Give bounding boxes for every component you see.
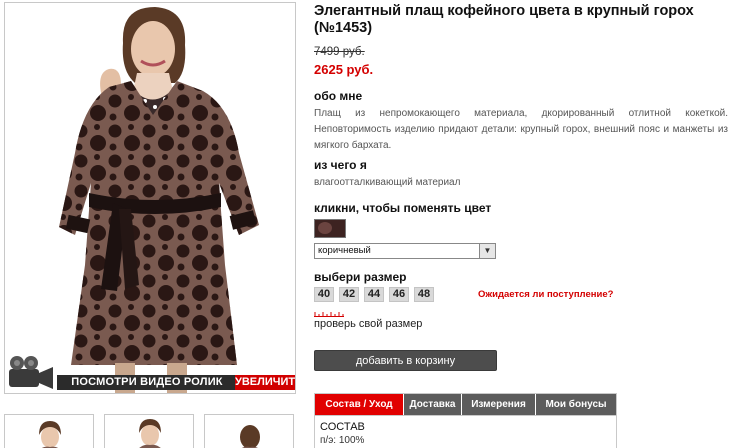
size-option[interactable]: 40 <box>314 287 334 302</box>
composition-text: п/э: 100% <box>320 435 365 446</box>
size-option[interactable]: 44 <box>364 287 384 302</box>
thumbnail-3[interactable] <box>204 414 294 448</box>
tab-my-bonuses[interactable]: Мои бонусы <box>536 394 616 415</box>
color-select[interactable]: коричневый ▼ <box>314 243 496 259</box>
thumbnail-1[interactable] <box>4 414 94 448</box>
about-text: Плащ из непромокающего материала, дкорир… <box>314 108 728 151</box>
size-option[interactable]: 48 <box>414 287 434 302</box>
material-text: влагоотталкивающий материал <box>314 177 461 188</box>
color-swatch-brown[interactable] <box>314 219 346 238</box>
material-heading: из чего я <box>314 158 367 172</box>
info-tabs-panel: Состав / Уход Доставка Измерения Мои бон… <box>314 393 617 448</box>
watch-video-button[interactable]: ПОСМОТРИ ВИДЕО РОЛИК <box>57 375 237 390</box>
size-option[interactable]: 42 <box>339 287 359 302</box>
product-photo[interactable]: ПОСМОТРИ ВИДЕО РОЛИК УВЕЛИЧИТЬ <box>4 2 296 394</box>
product-title: Элегантный плащ кофейного цвета в крупны… <box>314 3 694 36</box>
video-camera-icon[interactable] <box>7 353 57 391</box>
availability-link[interactable]: Ожидается ли поступление? <box>478 289 613 300</box>
size-heading: выбери размер <box>314 270 407 284</box>
thumbnail-2[interactable] <box>104 414 194 448</box>
about-heading: обо мне <box>314 89 363 103</box>
coat-model-image <box>5 3 295 393</box>
tab-measurements[interactable]: Измерения <box>462 394 536 415</box>
thumbnail-strip <box>4 414 304 448</box>
ruler-icon <box>314 312 344 317</box>
info-tabs: Состав / Уход Доставка Измерения Мои бон… <box>315 394 616 416</box>
tab-composition-care[interactable]: Состав / Уход <box>315 394 404 415</box>
color-select-value: коричневый <box>318 245 371 256</box>
tab-delivery[interactable]: Доставка <box>404 394 462 415</box>
check-size-link[interactable]: проверь свой размер <box>314 318 422 330</box>
zoom-button[interactable]: УВЕЛИЧИТЬ <box>235 375 295 390</box>
size-option[interactable]: 46 <box>389 287 409 302</box>
add-to-cart-button[interactable]: добавить в корзину <box>314 350 497 371</box>
color-heading: кликни, чтобы поменять цвет <box>314 201 492 215</box>
new-price: 2625 руб. <box>314 62 374 77</box>
chevron-down-icon[interactable]: ▼ <box>479 244 495 258</box>
composition-title: СОСТАВ <box>320 421 365 433</box>
old-price: 7499 руб. <box>314 46 365 58</box>
